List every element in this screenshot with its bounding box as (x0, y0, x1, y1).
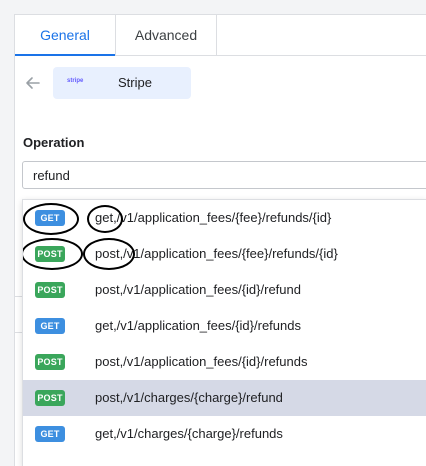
operation-label: Operation (23, 135, 85, 150)
option-text: post,/v1/application_fees/{id}/refund (95, 282, 301, 297)
method-badge: POST (35, 282, 65, 298)
stripe-logo: stripe (67, 78, 84, 84)
method-badge: GET (35, 210, 65, 226)
tab-advanced[interactable]: Advanced (116, 15, 217, 55)
option-text: post,/v1/charges/{charge}/refund (95, 390, 283, 405)
option-text: post,/v1/application_fees/{fee}/refunds/… (95, 246, 338, 261)
settings-panel: General Advanced stripe Stripe Operation… (15, 15, 426, 466)
back-arrow-icon[interactable] (23, 73, 43, 93)
dropdown-option[interactable]: POST post,/v1/application_fees/{id}/refu… (23, 344, 426, 380)
connector-name: Stripe (118, 75, 152, 90)
dropdown-option[interactable]: POST post,/v1/charges/{charge}/refund (23, 380, 426, 416)
option-text: get,/v1/charges/{charge}/refunds (95, 426, 283, 441)
method-badge: POST (35, 246, 65, 262)
tab-general[interactable]: General (15, 15, 116, 56)
top-strip (14, 0, 426, 15)
method-badge: GET (35, 318, 65, 334)
dropdown-option[interactable]: GET get,/v1/application_fees/{fee}/refun… (23, 200, 426, 236)
tab-bar: General Advanced (15, 15, 426, 56)
dropdown-option[interactable]: POST post,/v1/application_fees/{fee}/ref… (23, 236, 426, 272)
dropdown-option[interactable]: POST post,/v1/application_fees/{id}/refu… (23, 272, 426, 308)
method-badge: POST (35, 390, 65, 406)
method-badge: POST (35, 354, 65, 370)
option-text: get,/v1/application_fees/{fee}/refunds/{… (95, 210, 332, 225)
operation-input[interactable] (22, 161, 426, 189)
dropdown-option[interactable]: GET get,/v1/application_fees/{id}/refund… (23, 308, 426, 344)
option-text: post,/v1/application_fees/{id}/refunds (95, 354, 308, 369)
dropdown-option[interactable]: GET get,/v1/charges/{charge}/refunds (23, 416, 426, 452)
option-text: get,/v1/application_fees/{id}/refunds (95, 318, 301, 333)
method-badge: GET (35, 426, 65, 442)
left-gutter (0, 0, 15, 466)
connector-chip[interactable]: stripe Stripe (53, 67, 191, 99)
operation-dropdown: GET get,/v1/application_fees/{fee}/refun… (22, 199, 426, 466)
page: General Advanced stripe Stripe Operation… (0, 0, 426, 466)
